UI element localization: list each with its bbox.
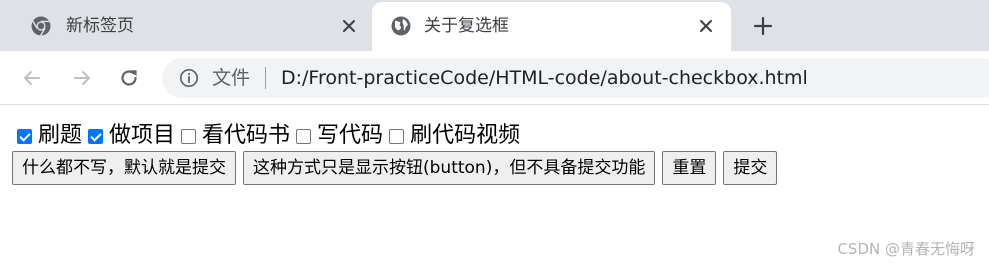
checkbox-item[interactable]: 做项目 (88, 122, 175, 150)
tab-about-checkbox[interactable]: 关于复选框 (372, 2, 731, 51)
origin-label: 文件 (212, 67, 251, 89)
checkbox-label: 做项目 (109, 123, 176, 148)
chip-divider (265, 67, 266, 89)
info-icon[interactable] (179, 68, 199, 88)
checkbox-item[interactable]: 看代码书 (181, 122, 290, 150)
back-arrow-icon[interactable] (20, 66, 44, 90)
tab-title: 关于复选框 (424, 16, 509, 36)
reload-icon[interactable] (117, 66, 141, 90)
forward-arrow-icon[interactable] (70, 66, 94, 90)
checkbox[interactable] (181, 128, 197, 144)
button-group: 什么都不写，默认就是提交 这种方式只是显示按钮(button)，但不具备提交功能… (12, 151, 784, 185)
default-submit-button[interactable]: 什么都不写，默认就是提交 (12, 151, 236, 185)
checkbox-item[interactable]: 刷代码视频 (389, 122, 520, 150)
close-icon[interactable] (695, 15, 717, 37)
checkbox-label: 刷题 (38, 123, 83, 148)
checkbox-label: 看代码书 (202, 123, 291, 148)
browser-toolbar: 文件 D:/Front-practiceCode/HTML-code/about… (0, 51, 989, 105)
tab-title: 新标签页 (66, 16, 134, 36)
chrome-icon (31, 16, 51, 36)
checkbox[interactable] (296, 128, 312, 144)
checkbox-label: 写代码 (317, 123, 384, 148)
checkbox[interactable] (88, 128, 104, 144)
plain-button[interactable]: 这种方式只是显示按钮(button)，但不具备提交功能 (243, 151, 656, 185)
page-content: 刷题 做项目 看代码书 写代码 刷代码视频 什么都不写，默认就是提交 这种方式只… (0, 105, 989, 267)
watermark: CSDN @青春无悔呀 (837, 240, 975, 258)
url-text[interactable]: D:/Front-practiceCode/HTML-code/about-ch… (281, 66, 808, 90)
checkbox-group: 刷题 做项目 看代码书 写代码 刷代码视频 (17, 121, 526, 151)
submit-button[interactable]: 提交 (723, 151, 778, 185)
tab-strip: 新标签页 关于复选框 (0, 0, 989, 51)
tab-new-tab[interactable]: 新标签页 (0, 0, 370, 51)
checkbox-label: 刷代码视频 (410, 123, 521, 148)
close-icon[interactable] (338, 15, 360, 37)
new-tab-plus-icon[interactable] (751, 14, 775, 38)
checkbox-item[interactable]: 写代码 (296, 122, 383, 150)
checkbox-item[interactable]: 刷题 (17, 122, 82, 150)
reset-button[interactable]: 重置 (662, 151, 717, 185)
address-bar[interactable]: 文件 D:/Front-practiceCode/HTML-code/about… (162, 58, 989, 98)
checkbox[interactable] (17, 128, 32, 144)
checkbox[interactable] (389, 128, 405, 144)
globe-icon (391, 16, 411, 36)
